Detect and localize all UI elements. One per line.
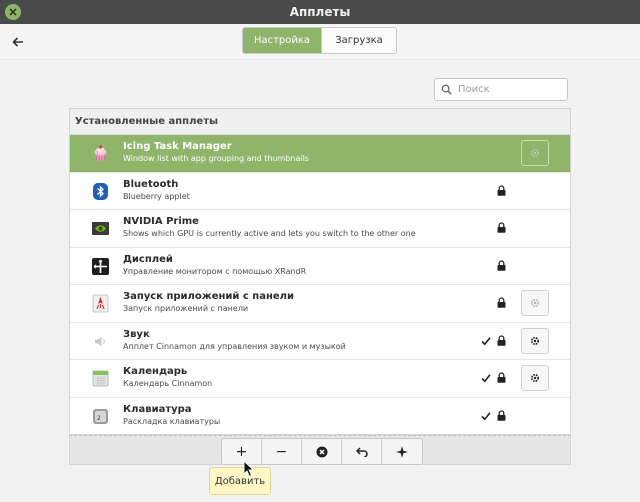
applet-name: Icing Task Manager	[123, 141, 232, 152]
applet-row-display[interactable]: Дисплей Управление монитором с помощью X…	[70, 248, 570, 285]
applet-description: Календарь Cinnamon	[123, 379, 213, 388]
gear-icon	[530, 373, 540, 383]
sparkle-icon	[396, 445, 408, 458]
configure-button[interactable]	[521, 140, 549, 166]
tab-manage[interactable]: Настройка	[243, 28, 321, 53]
applet-row-calendar[interactable]: Календарь Календарь Cinnamon	[70, 360, 570, 398]
remove-applet-button[interactable]: −	[262, 439, 302, 464]
highlight-button[interactable]	[382, 439, 422, 464]
search-icon	[441, 84, 452, 95]
lock-icon	[497, 222, 506, 233]
applet-row-bluetooth[interactable]: Bluetooth Blueberry applet	[70, 173, 570, 210]
lock-icon	[497, 409, 506, 421]
applet-description: Запуск приложений с панели	[123, 304, 249, 313]
panel-header: Установленные апплеты	[70, 109, 570, 135]
applet-name: Календарь	[123, 366, 188, 377]
window-title: Апплеты	[289, 5, 351, 19]
tab-download[interactable]: Загрузка	[321, 28, 396, 53]
add-applet-button[interactable]: +	[222, 439, 262, 464]
lock-icon	[497, 259, 506, 271]
search-box[interactable]	[434, 78, 568, 101]
tab-switcher: Настройка Загрузка	[242, 27, 397, 54]
mouse-cursor-icon	[243, 460, 255, 478]
applet-row-icing-task-manager[interactable]: Icing Task Manager Window list with app …	[70, 135, 570, 173]
applet-name: Клавиатура	[123, 403, 192, 415]
keyboard-icon: 2	[91, 407, 110, 426]
applets-toolbar: + −	[69, 435, 571, 465]
applets-list-panel: Установленные апплеты Icing Task Manager…	[69, 108, 571, 435]
applet-description: Раскладка клавиатуры	[123, 416, 221, 426]
bluetooth-icon	[91, 182, 110, 201]
gear-icon	[530, 148, 540, 158]
applet-row-nvidia-prime[interactable]: NVIDIA Prime Shows which GPU is currentl…	[70, 210, 570, 248]
applet-description: Window list with app grouping and thumbn…	[123, 154, 309, 163]
applet-description: Shows which GPU is currently active and …	[123, 229, 416, 238]
applet-name: NVIDIA Prime	[123, 216, 199, 227]
applet-name: Запуск приложений с панели	[123, 291, 294, 302]
checkmark-icon	[481, 374, 491, 383]
search-input[interactable]	[458, 84, 558, 95]
back-button[interactable]	[8, 32, 28, 52]
lock-icon	[497, 297, 506, 308]
cupcake-icon	[91, 144, 110, 163]
configure-button[interactable]	[521, 290, 549, 316]
close-button[interactable]	[5, 4, 21, 20]
applet-name: Дисплей	[123, 253, 173, 265]
nvidia-icon	[91, 219, 110, 238]
title-bar: Апплеты	[0, 0, 640, 24]
uninstall-button[interactable]	[302, 439, 342, 464]
restore-button[interactable]	[342, 439, 382, 464]
applet-row-keyboard[interactable]: 2 Клавиатура Раскладка клавиатуры	[70, 398, 570, 435]
configure-button[interactable]	[521, 365, 549, 391]
applet-description: Управление монитором с помощью XRandR	[123, 266, 307, 276]
applet-name: Звук	[123, 328, 150, 340]
applet-name: Bluetooth	[123, 178, 179, 190]
configure-button[interactable]	[521, 327, 549, 354]
gear-icon	[530, 298, 540, 308]
applet-description: Blueberry applet	[123, 191, 190, 201]
lock-icon	[497, 184, 506, 196]
svg-text:2: 2	[97, 415, 101, 422]
checkmark-icon	[481, 411, 491, 420]
applet-row-panel-launchers[interactable]: Запуск приложений с панели Запуск прилож…	[70, 285, 570, 323]
lock-icon	[497, 334, 506, 346]
cancel-circle-icon	[316, 446, 327, 457]
calendar-icon	[91, 369, 110, 388]
lock-icon	[497, 372, 506, 383]
checkmark-icon	[481, 336, 491, 345]
arrow-left-icon	[12, 37, 23, 47]
add-tooltip: Добавить	[209, 467, 271, 495]
display-icon	[91, 257, 110, 276]
launcher-icon	[91, 294, 110, 313]
close-icon	[9, 8, 17, 16]
speaker-icon	[91, 332, 110, 351]
header-bar: Настройка Загрузка	[0, 24, 640, 60]
undo-icon	[355, 446, 368, 457]
gear-icon	[530, 336, 540, 345]
applet-description: Апплет Cinnamon для управления звуком и …	[123, 341, 346, 351]
applet-row-sound[interactable]: Звук Апплет Cinnamon для управления звук…	[70, 323, 570, 360]
